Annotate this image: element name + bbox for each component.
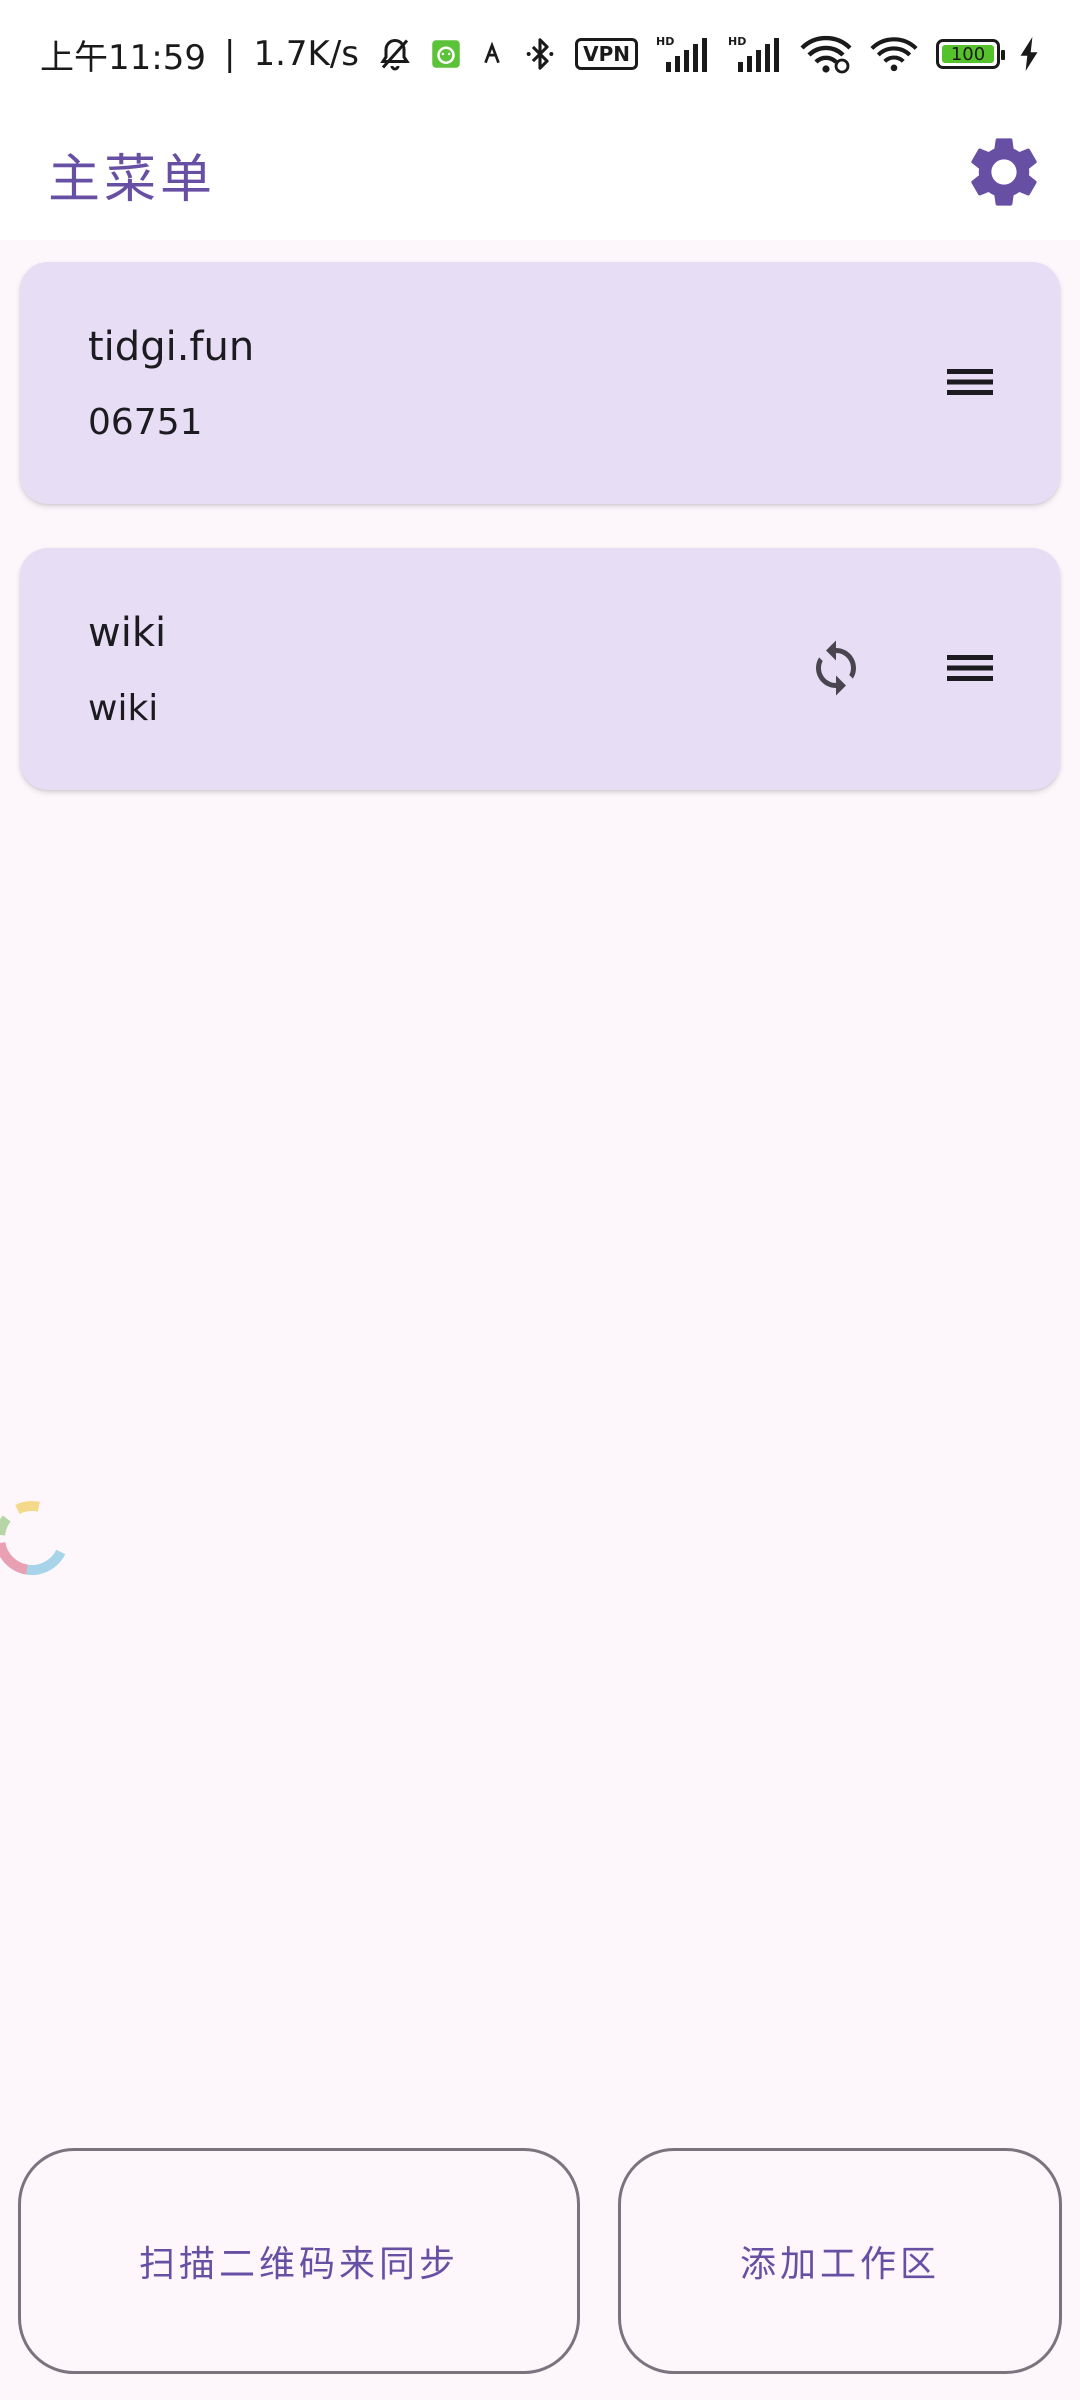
scan-qr-sync-button[interactable]: 扫描二维码来同步 bbox=[18, 2148, 580, 2374]
app-bar: 主菜单 bbox=[0, 108, 1080, 240]
drag-handle-button[interactable] bbox=[934, 634, 1006, 706]
battery-level: 100 bbox=[950, 43, 986, 65]
bluetooth-icon bbox=[523, 35, 557, 73]
workspace-card[interactable]: tidgi.fun 06751 bbox=[20, 262, 1060, 504]
status-net-speed: 1.7K/s bbox=[253, 34, 359, 74]
battery-indicator: 100 bbox=[936, 39, 1005, 69]
bell-muted-icon bbox=[377, 35, 413, 73]
status-bar-right: VPN HD HD 100 bbox=[523, 34, 1040, 74]
sync-button[interactable] bbox=[798, 632, 874, 708]
charging-icon bbox=[1018, 37, 1040, 71]
status-bar: 上午11:59 | 1.7K/s VPN HD HD 100 bbox=[0, 0, 1080, 108]
loading-spinner-icon bbox=[0, 1490, 88, 1586]
svg-text:HD: HD bbox=[656, 35, 674, 48]
signal-hd-1-icon: HD bbox=[656, 34, 710, 74]
status-separator: | bbox=[223, 34, 236, 74]
vpn-badge: VPN bbox=[575, 38, 638, 70]
workspace-name: wiki bbox=[88, 610, 167, 656]
add-workspace-button[interactable]: 添加工作区 bbox=[618, 2148, 1062, 2374]
gear-icon bbox=[962, 130, 1046, 218]
settings-button[interactable] bbox=[958, 128, 1050, 220]
page-title: 主菜单 bbox=[48, 149, 217, 210]
wifi-icon bbox=[870, 34, 918, 74]
wifi-link-icon bbox=[800, 34, 852, 74]
sync-icon bbox=[806, 638, 866, 702]
svg-text:HD: HD bbox=[728, 35, 746, 48]
workspace-card[interactable]: wiki wiki bbox=[20, 548, 1060, 790]
status-time: 上午11:59 bbox=[40, 37, 206, 78]
signal-hd-2-icon: HD bbox=[728, 34, 782, 74]
drag-handle-button[interactable] bbox=[934, 348, 1006, 420]
status-bar-left: 上午11:59 | 1.7K/s bbox=[40, 30, 505, 79]
menu-icon bbox=[945, 651, 995, 689]
app-notification-icon bbox=[431, 39, 461, 69]
workspace-subtitle: wiki bbox=[88, 688, 159, 729]
workspace-name: tidgi.fun bbox=[88, 324, 255, 370]
workspace-subtitle: 06751 bbox=[88, 402, 203, 443]
menu-icon bbox=[945, 365, 995, 403]
app-notification-2-icon bbox=[479, 41, 505, 67]
